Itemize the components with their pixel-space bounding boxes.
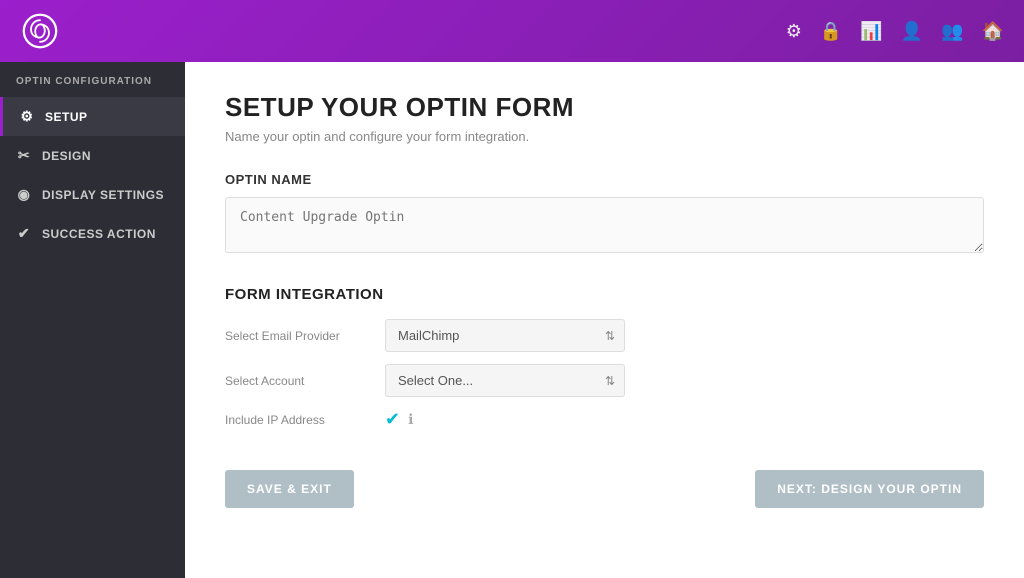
account-select-wrapper: Select One... <box>385 364 625 397</box>
user-icon[interactable]: 👤 <box>901 21 923 42</box>
email-provider-row: Select Email Provider MailChimp AWeber C… <box>225 319 984 352</box>
email-provider-select-wrapper: MailChimp AWeber ConvertKit ActiveCampai… <box>385 319 625 352</box>
check-icon: ✔ <box>16 225 32 242</box>
form-integration-section: FORM INTEGRATION Select Email Provider M… <box>225 286 984 430</box>
setup-icon: ⚙ <box>19 108 35 125</box>
page-title: SETUP YOUR OPTIN FORM <box>225 92 984 123</box>
sidebar: OPTIN CONFIGURATION ⚙ SETUP ✂ DESIGN ◉ D… <box>0 62 185 578</box>
ip-checkbox-check[interactable]: ✔ <box>385 409 400 430</box>
lock-icon[interactable]: 🔒 <box>820 21 842 42</box>
sidebar-item-design[interactable]: ✂ DESIGN <box>0 136 185 175</box>
account-label: Select Account <box>225 374 385 388</box>
page-subtitle: Name your optin and configure your form … <box>225 129 984 144</box>
main-layout: OPTIN CONFIGURATION ⚙ SETUP ✂ DESIGN ◉ D… <box>0 62 1024 578</box>
home-icon[interactable]: 🏠 <box>982 21 1004 42</box>
save-exit-button[interactable]: SAVE & EXIT <box>225 470 354 508</box>
include-ip-row: Include IP Address ✔ ℹ <box>225 409 984 430</box>
sidebar-item-display-settings[interactable]: ◉ DISPLAY SETTINGS <box>0 175 185 214</box>
sidebar-item-display-label: DISPLAY SETTINGS <box>42 188 164 202</box>
eye-icon: ◉ <box>16 186 32 203</box>
chart-icon[interactable]: 📊 <box>860 21 882 42</box>
bottom-bar: SAVE & EXIT NEXT: DESIGN YOUR OPTIN <box>225 460 984 508</box>
sidebar-config-label: OPTIN CONFIGURATION <box>0 62 185 97</box>
sidebar-item-design-label: DESIGN <box>42 149 91 163</box>
optin-name-label: OPTIN NAME <box>225 172 984 187</box>
gear-icon[interactable]: ⚙ <box>786 21 802 42</box>
email-provider-select[interactable]: MailChimp AWeber ConvertKit ActiveCampai… <box>385 319 625 352</box>
users-icon[interactable]: 👥 <box>941 21 963 42</box>
topbar-icons: ⚙ 🔒 📊 👤 👥 🏠 <box>786 21 1004 42</box>
form-integration-title: FORM INTEGRATION <box>225 286 984 303</box>
next-design-button[interactable]: NEXT: DESIGN YOUR OPTIN <box>755 470 984 508</box>
optin-name-input[interactable] <box>225 197 984 253</box>
include-ip-label: Include IP Address <box>225 413 385 427</box>
sidebar-item-setup-label: SETUP <box>45 110 88 124</box>
brand-logo[interactable] <box>20 11 60 51</box>
sidebar-item-success-action[interactable]: ✔ SUCCESS ACTION <box>0 214 185 253</box>
info-icon[interactable]: ℹ <box>408 411 413 428</box>
account-select[interactable]: Select One... <box>385 364 625 397</box>
sidebar-item-setup[interactable]: ⚙ SETUP <box>0 97 185 136</box>
sidebar-item-success-label: SUCCESS ACTION <box>42 227 156 241</box>
topbar: ⚙ 🔒 📊 👤 👥 🏠 <box>0 0 1024 62</box>
content-area: SETUP YOUR OPTIN FORM Name your optin an… <box>185 62 1024 578</box>
account-row: Select Account Select One... <box>225 364 984 397</box>
email-provider-label: Select Email Provider <box>225 329 385 343</box>
scissors-icon: ✂ <box>16 147 32 164</box>
